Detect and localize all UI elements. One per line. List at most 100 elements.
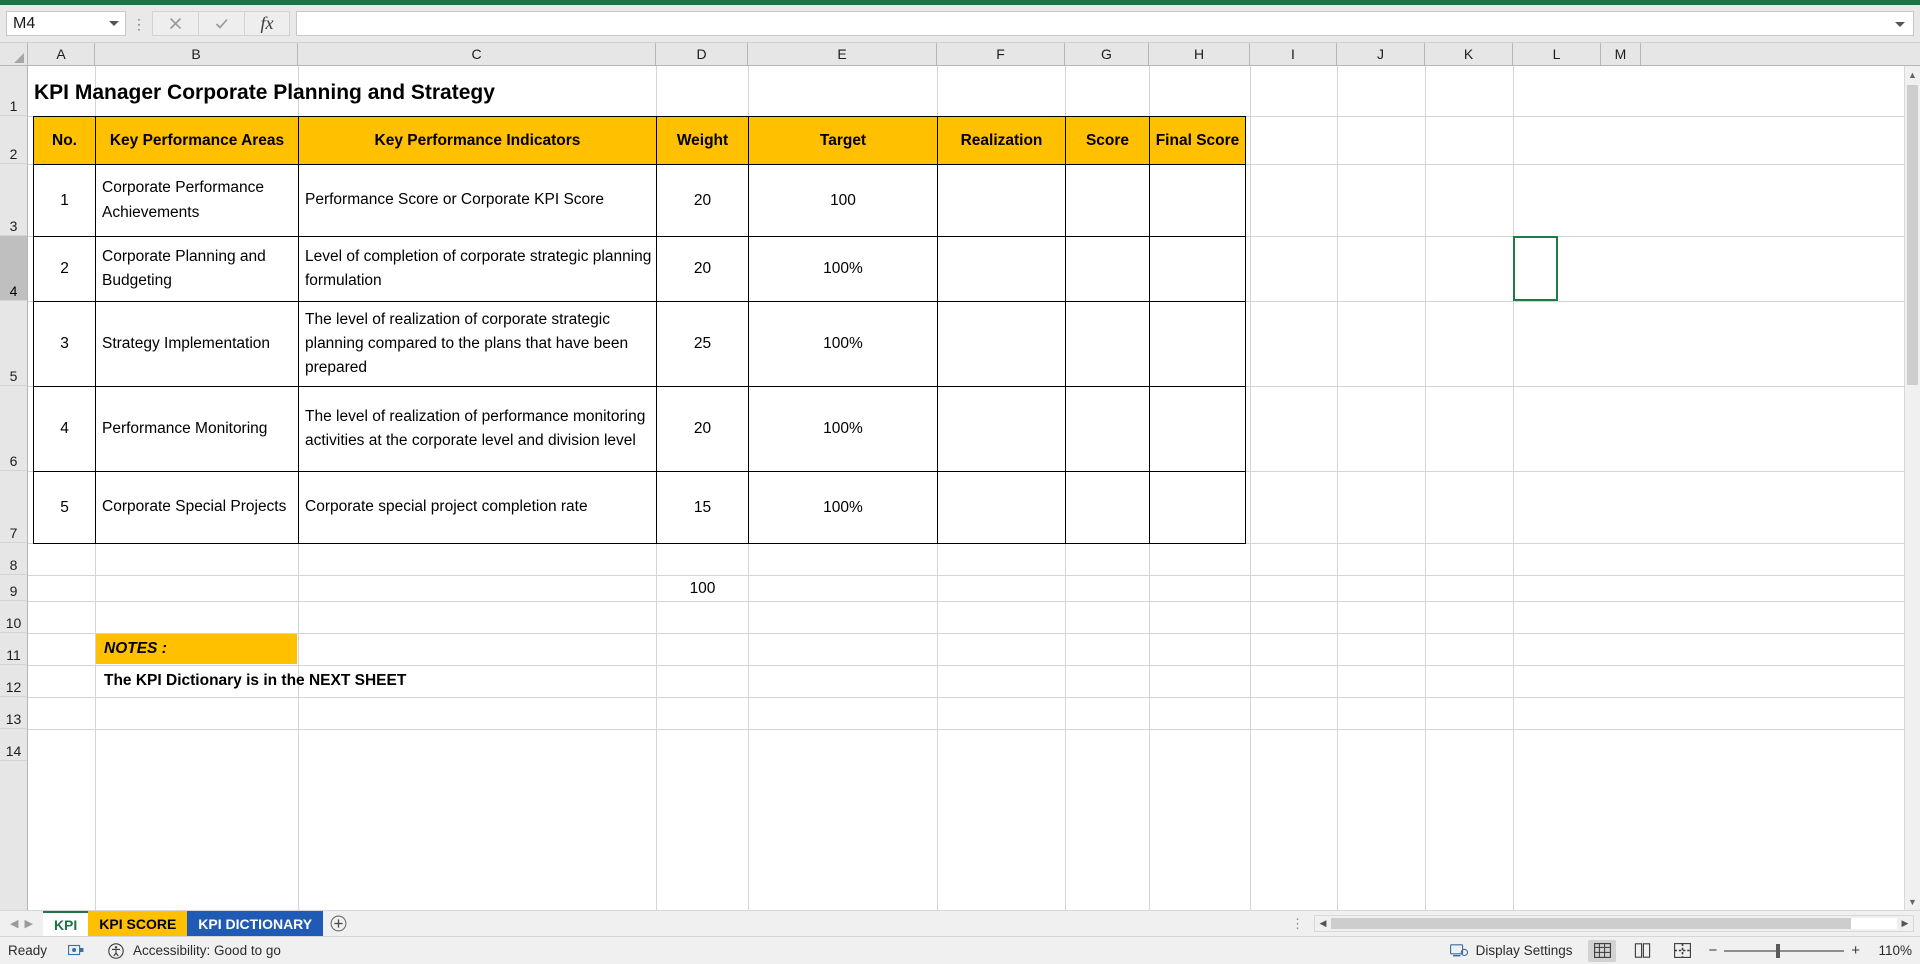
cell-realization-3[interactable] xyxy=(937,301,1066,387)
record-macro-button[interactable] xyxy=(65,941,87,961)
vertical-scroll-thumb[interactable] xyxy=(1907,85,1918,385)
vertical-scrollbar[interactable]: ▲ ▼ xyxy=(1904,66,1920,910)
horizontal-scroll-track[interactable] xyxy=(1331,918,1897,929)
row-header-1[interactable]: 1 xyxy=(0,66,27,116)
active-cell-marker[interactable] xyxy=(1513,236,1558,301)
table-row[interactable]: 2 Corporate Planning and Budgeting Level… xyxy=(33,236,1246,302)
page-layout-view-button[interactable] xyxy=(1628,940,1656,962)
cell-realization-4[interactable] xyxy=(937,386,1066,472)
scroll-down-icon[interactable]: ▼ xyxy=(1904,893,1920,910)
horizontal-scrollbar[interactable]: ◀ ▶ xyxy=(1314,915,1914,932)
cell-area-1[interactable]: Corporate Performance Achievements xyxy=(95,164,299,237)
cell-no-1[interactable]: 1 xyxy=(33,164,96,237)
row-header-10[interactable]: 10 xyxy=(0,601,27,633)
scroll-up-icon[interactable]: ▲ xyxy=(1904,66,1920,83)
column-header-E[interactable]: E xyxy=(748,43,937,65)
cell-indicator-1[interactable]: Performance Score or Corporate KPI Score xyxy=(298,164,657,237)
cell-target-5[interactable]: 100% xyxy=(748,471,938,544)
page-break-view-button[interactable] xyxy=(1668,940,1696,962)
formula-input[interactable] xyxy=(296,11,1914,36)
cell-weight-4[interactable]: 20 xyxy=(656,386,749,472)
row-header-7[interactable]: 7 xyxy=(0,471,27,543)
row-header-13[interactable]: 13 xyxy=(0,697,27,729)
column-header-I[interactable]: I xyxy=(1250,43,1337,65)
zoom-knob[interactable] xyxy=(1776,943,1781,958)
sheet-tab-kpi-dictionary[interactable]: KPI DICTIONARY xyxy=(187,911,324,936)
cell-score-1[interactable] xyxy=(1065,164,1150,237)
cell-final-score-3[interactable] xyxy=(1149,301,1246,387)
cell-area-5[interactable]: Corporate Special Projects xyxy=(95,471,299,544)
cell-no-2[interactable]: 2 xyxy=(33,236,96,302)
cell-realization-1[interactable] xyxy=(937,164,1066,237)
tab-split-handle[interactable]: ⋮ xyxy=(1283,916,1314,932)
cell-indicator-5[interactable]: Corporate special project completion rat… xyxy=(298,471,657,544)
sheet-tab-kpi-score[interactable]: KPI SCORE xyxy=(88,911,188,936)
cell-score-5[interactable] xyxy=(1065,471,1150,544)
row-header-4[interactable]: 4 xyxy=(0,236,27,301)
sheet-tab-kpi[interactable]: KPI xyxy=(42,911,89,936)
chevron-down-icon[interactable] xyxy=(109,21,119,26)
column-header-M[interactable]: M xyxy=(1601,43,1641,65)
column-header-A[interactable]: A xyxy=(28,43,95,65)
column-header-B[interactable]: B xyxy=(95,43,298,65)
row-header-12[interactable]: 12 xyxy=(0,665,27,697)
zoom-level-label[interactable]: 110% xyxy=(1872,943,1912,958)
display-settings-button[interactable]: Display Settings xyxy=(1448,941,1572,961)
cell-area-2[interactable]: Corporate Planning and Budgeting xyxy=(95,236,299,302)
cell-no-5[interactable]: 5 xyxy=(33,471,96,544)
cell-weight-5[interactable]: 15 xyxy=(656,471,749,544)
zoom-track[interactable] xyxy=(1724,943,1845,958)
weight-total-cell[interactable]: 100 xyxy=(657,576,748,601)
nav-prev-icon[interactable]: ▶ xyxy=(24,917,32,930)
zoom-slider[interactable]: − + xyxy=(1708,942,1860,959)
table-row[interactable]: 3 Strategy Implementation The level of r… xyxy=(33,301,1246,387)
column-header-G[interactable]: G xyxy=(1065,43,1149,65)
scroll-right-icon[interactable]: ▶ xyxy=(1897,916,1913,931)
cell-indicator-4[interactable]: The level of realization of performance … xyxy=(298,386,657,472)
column-header-D[interactable]: D xyxy=(656,43,748,65)
sheet-canvas[interactable]: KPI Manager Corporate Planning and Strat… xyxy=(28,66,1920,910)
table-row[interactable]: 4 Performance Monitoring The level of re… xyxy=(33,386,1246,472)
row-header-6[interactable]: 6 xyxy=(0,386,27,471)
cell-score-3[interactable] xyxy=(1065,301,1150,387)
column-header-H[interactable]: H xyxy=(1149,43,1250,65)
column-header-C[interactable]: C xyxy=(298,43,656,65)
cell-final-score-1[interactable] xyxy=(1149,164,1246,237)
confirm-entry-button[interactable] xyxy=(198,11,244,36)
cell-no-3[interactable]: 3 xyxy=(33,301,96,387)
cell-final-score-5[interactable] xyxy=(1149,471,1246,544)
cell-target-4[interactable]: 100% xyxy=(748,386,938,472)
cell-target-1[interactable]: 100 xyxy=(748,164,938,237)
notes-text[interactable]: The KPI Dictionary is in the NEXT SHEET xyxy=(96,666,596,696)
cell-indicator-3[interactable]: The level of realization of corporate st… xyxy=(298,301,657,387)
zoom-out-button[interactable]: − xyxy=(1708,942,1717,959)
cell-no-4[interactable]: 4 xyxy=(33,386,96,472)
table-row[interactable]: 5 Corporate Special Projects Corporate s… xyxy=(33,471,1246,544)
row-header-9[interactable]: 9 xyxy=(0,575,27,601)
row-header-11[interactable]: 11 xyxy=(0,633,27,665)
column-header-J[interactable]: J xyxy=(1337,43,1425,65)
column-header-L[interactable]: L xyxy=(1513,43,1601,65)
cell-weight-2[interactable]: 20 xyxy=(656,236,749,302)
formula-bar-overflow-icon[interactable]: ⋮ xyxy=(126,11,152,36)
horizontal-scroll-thumb[interactable] xyxy=(1331,918,1851,929)
cell-realization-5[interactable] xyxy=(937,471,1066,544)
notes-label[interactable]: NOTES : xyxy=(96,634,297,664)
normal-view-button[interactable] xyxy=(1588,939,1617,962)
nav-first-icon[interactable]: ◀ xyxy=(10,917,18,930)
cell-weight-1[interactable]: 20 xyxy=(656,164,749,237)
cell-final-score-2[interactable] xyxy=(1149,236,1246,302)
scroll-left-icon[interactable]: ◀ xyxy=(1315,916,1331,931)
accessibility-status[interactable]: Accessibility: Good to go xyxy=(105,941,281,961)
cell-area-4[interactable]: Performance Monitoring xyxy=(95,386,299,472)
column-header-F[interactable]: F xyxy=(937,43,1065,65)
row-header-14[interactable]: 14 xyxy=(0,729,27,761)
row-header-5[interactable]: 5 xyxy=(0,301,27,386)
zoom-in-button[interactable]: + xyxy=(1851,942,1860,959)
cell-target-3[interactable]: 100% xyxy=(748,301,938,387)
insert-function-button[interactable]: fx xyxy=(244,11,290,36)
select-all-button[interactable] xyxy=(0,43,28,65)
table-row[interactable]: 1 Corporate Performance Achievements Per… xyxy=(33,164,1246,237)
column-header-K[interactable]: K xyxy=(1425,43,1513,65)
cell-score-4[interactable] xyxy=(1065,386,1150,472)
